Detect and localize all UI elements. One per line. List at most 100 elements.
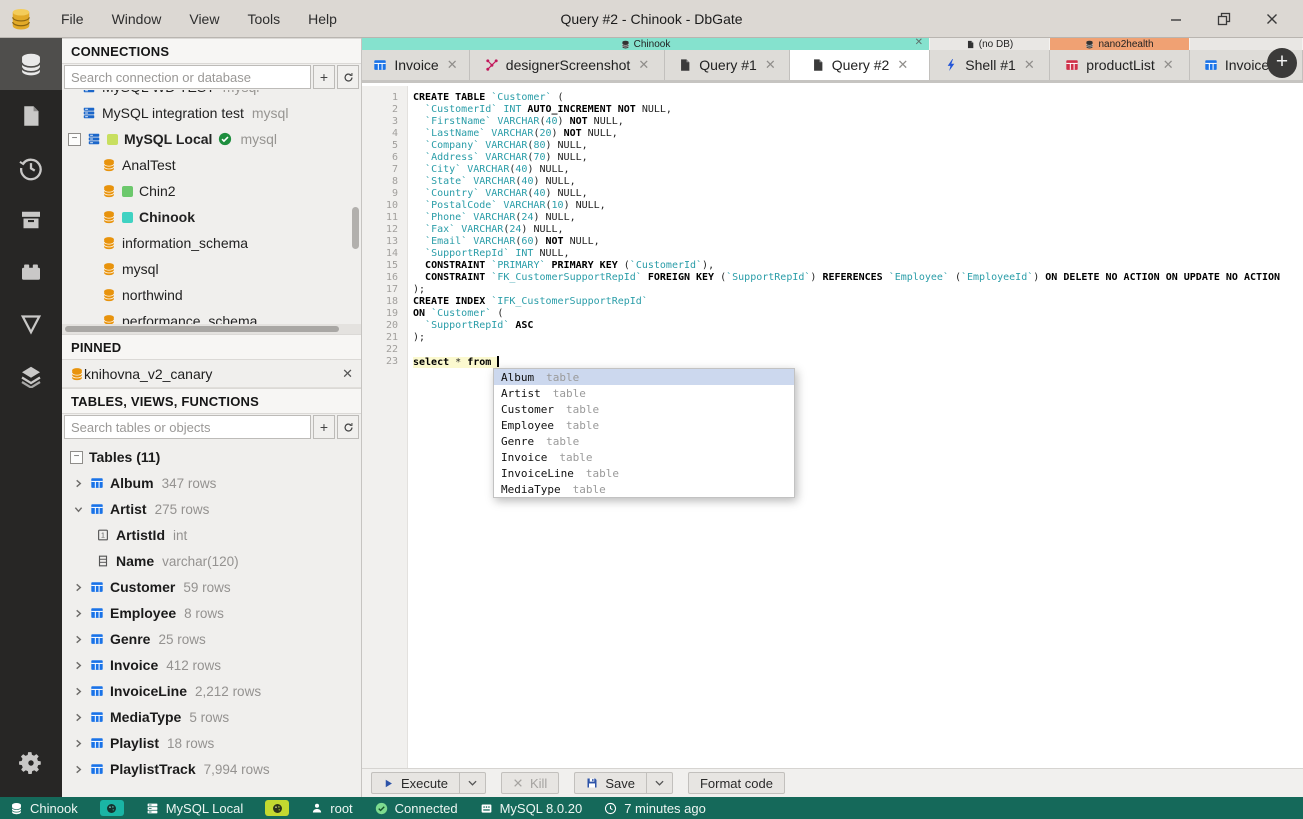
connection-item-mysql[interactable]: mysql (62, 256, 361, 282)
autocomplete-kind: table (546, 370, 580, 384)
new-tab-button[interactable]: + (1267, 48, 1297, 78)
table-icon (90, 606, 104, 620)
close-group-icon[interactable]: ✕ (915, 37, 923, 48)
minimize-button[interactable] (1167, 10, 1185, 28)
connection-item-chin2[interactable]: Chin2 (62, 178, 361, 204)
activitybar-filters[interactable] (0, 298, 62, 350)
chevron-right-icon[interactable] (72, 661, 84, 670)
table-name: Invoice (110, 657, 159, 673)
expander-minus-icon[interactable]: − (68, 132, 81, 146)
pinned-item-knihovna_v2_canary[interactable]: knihovna_v2_canary ✕ (62, 360, 361, 388)
execute-options-button[interactable] (458, 772, 486, 794)
connection-name: information_schema (122, 235, 249, 251)
chevron-right-icon[interactable] (72, 713, 84, 722)
format-code-button[interactable]: Format code (687, 772, 785, 794)
menu-file[interactable]: File (51, 7, 94, 31)
line-number: 6 (391, 152, 398, 163)
connections-horizontal-scrollbar[interactable] (62, 324, 361, 334)
connection-item-chinook[interactable]: Chinook (62, 204, 361, 230)
table-item-album[interactable]: Album 347 rows (62, 470, 361, 496)
autocomplete-item-genre[interactable]: Genre table (494, 433, 794, 449)
restore-button[interactable] (1215, 10, 1233, 28)
expander-minus-icon[interactable]: − (70, 450, 83, 464)
menu-tools[interactable]: Tools (237, 7, 290, 31)
connection-item-mysql-local[interactable]: − MySQL Local mysql (62, 126, 361, 152)
close-tab-icon[interactable]: ✕ (1163, 57, 1174, 73)
refresh-tables-button[interactable] (337, 415, 359, 439)
table-item-playlisttrack[interactable]: PlaylistTrack 7,994 rows (62, 756, 361, 782)
code-line: ); (413, 284, 426, 295)
table-item-employee[interactable]: Employee 8 rows (62, 600, 361, 626)
kill-button[interactable]: Kill (500, 772, 560, 794)
autocomplete-item-album[interactable]: Album table (494, 369, 794, 385)
column-type: int (173, 527, 188, 543)
activitybar-history[interactable] (0, 142, 62, 194)
table-item-invoiceline[interactable]: InvoiceLine 2,212 rows (62, 678, 361, 704)
connection-name: MySQL integration test (102, 105, 244, 121)
activitybar-archive[interactable] (0, 194, 62, 246)
tables-search-input[interactable] (64, 415, 311, 439)
close-tab-icon[interactable]: ✕ (638, 57, 649, 73)
table-item-invoice[interactable]: Invoice 412 rows (62, 652, 361, 678)
statusbar-last-activity: 7 minutes ago (604, 801, 706, 816)
save-options-button[interactable] (645, 772, 673, 794)
table-item-artist[interactable]: Artist 275 rows (62, 496, 361, 522)
activitybar-files[interactable] (0, 90, 62, 142)
connections-vertical-scrollbar[interactable] (352, 207, 359, 249)
connection-item-northwind[interactable]: northwind (62, 282, 361, 308)
table-item-customer[interactable]: Customer 59 rows (62, 574, 361, 600)
autocomplete-item-employee[interactable]: Employee table (494, 417, 794, 433)
tab-productlist[interactable]: productList ✕ (1050, 50, 1190, 80)
chevron-right-icon[interactable] (72, 583, 84, 592)
table-item-mediatype[interactable]: MediaType 5 rows (62, 704, 361, 730)
chevron-down-icon[interactable] (72, 505, 84, 514)
autocomplete-item-artist[interactable]: Artist table (494, 385, 794, 401)
close-window-button[interactable] (1263, 10, 1281, 28)
autocomplete-item-invoiceline[interactable]: InvoiceLine table (494, 465, 794, 481)
tab-designerscreenshot[interactable]: designerScreenshot ✕ (470, 50, 665, 80)
chevron-right-icon[interactable] (72, 765, 84, 774)
close-tab-icon[interactable]: ✕ (1024, 57, 1035, 73)
tab-query-2[interactable]: Query #2 ✕ (790, 50, 930, 80)
tab-group-chinook: Chinook ✕ (362, 37, 930, 50)
line-number: 4 (391, 128, 398, 139)
table-item-playlist[interactable]: Playlist 18 rows (62, 730, 361, 756)
tables-group-row[interactable]: − Tables (11) (62, 444, 361, 470)
menu-help[interactable]: Help (298, 7, 347, 31)
refresh-connections-button[interactable] (337, 65, 359, 89)
unpin-icon[interactable]: ✕ (342, 366, 353, 382)
chevron-right-icon[interactable] (72, 609, 84, 618)
autocomplete-item-invoice[interactable]: Invoice table (494, 449, 794, 465)
connection-item-mysql-integration-test[interactable]: MySQL integration test mysql (62, 100, 361, 126)
menu-view[interactable]: View (179, 7, 229, 31)
chevron-right-icon[interactable] (72, 687, 84, 696)
chevron-right-icon[interactable] (72, 479, 84, 488)
add-table-button[interactable]: + (313, 415, 335, 439)
close-tab-icon[interactable]: ✕ (765, 57, 776, 73)
connection-search-input[interactable] (64, 65, 311, 89)
close-tab-icon[interactable]: ✕ (897, 57, 908, 73)
tab-query-1[interactable]: Query #1 ✕ (665, 50, 790, 80)
close-tab-icon[interactable]: ✕ (447, 57, 458, 73)
activitybar-settings[interactable] (0, 737, 62, 789)
chevron-right-icon[interactable] (72, 635, 84, 644)
connection-item-mysql-wd-test[interactable]: MySQL WD TEST mysql (62, 90, 361, 100)
activitybar-connections[interactable] (0, 38, 62, 90)
connection-item-information-schema[interactable]: information_schema (62, 230, 361, 256)
add-connection-button[interactable]: + (313, 65, 335, 89)
autocomplete-item-customer[interactable]: Customer table (494, 401, 794, 417)
table-item-genre[interactable]: Genre 25 rows (62, 626, 361, 652)
menu-window[interactable]: Window (102, 7, 172, 31)
autocomplete-name: Album (501, 370, 535, 384)
activitybar-layers[interactable] (0, 350, 62, 402)
tab-shell-1[interactable]: Shell #1 ✕ (930, 50, 1050, 80)
save-button[interactable]: Save (574, 772, 646, 794)
autocomplete-item-mediatype[interactable]: MediaType table (494, 481, 794, 497)
column-item-name[interactable]: Name varchar(120) (62, 548, 361, 574)
chevron-right-icon[interactable] (72, 739, 84, 748)
connection-item-analtest[interactable]: AnalTest (62, 152, 361, 178)
tab-invoice[interactable]: Invoice ✕ (362, 50, 470, 80)
execute-button[interactable]: Execute (371, 772, 459, 794)
column-item-artistid[interactable]: 1 ArtistId int (62, 522, 361, 548)
activitybar-plugins[interactable] (0, 246, 62, 298)
